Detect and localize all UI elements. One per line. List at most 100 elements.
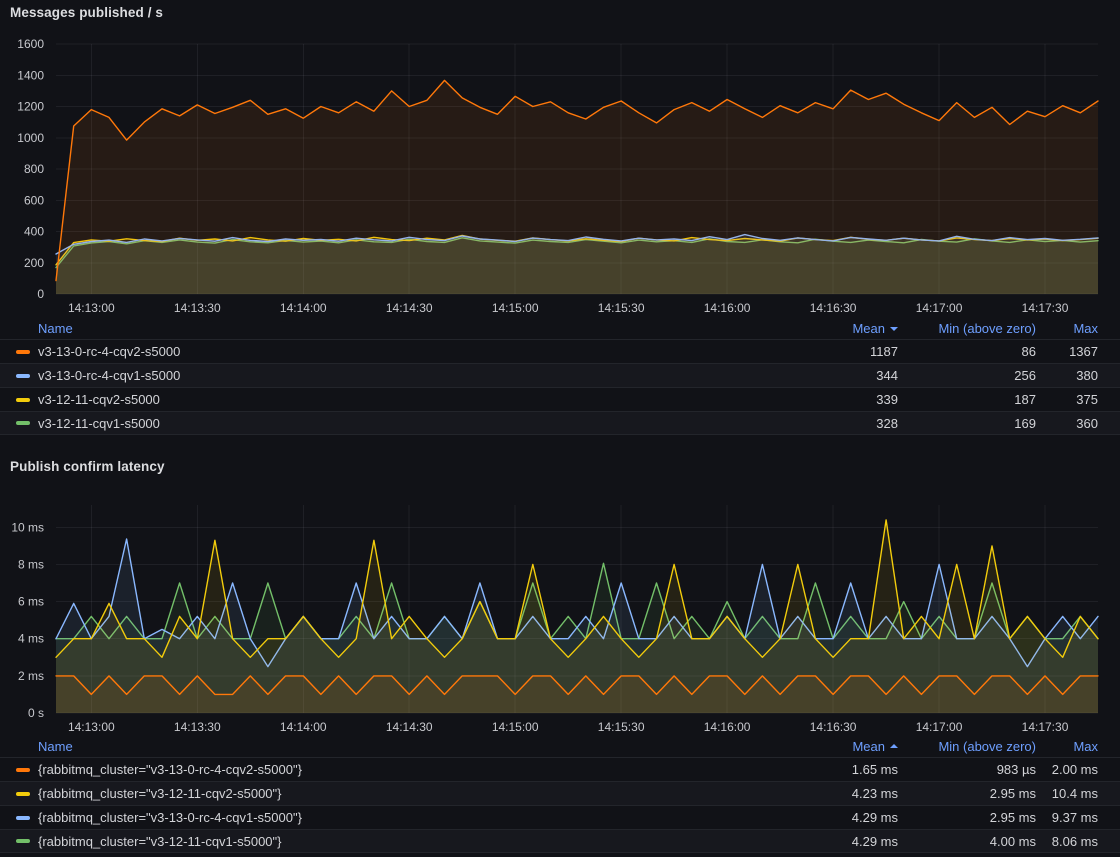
x-axis-tick-label: 14:15:30 [598,301,645,315]
min-value: 4.00 ms [898,834,1036,849]
mean-value: 328 [778,416,898,431]
x-axis-tick-label: 14:16:30 [810,301,857,315]
legend-header-max[interactable]: Max [1036,739,1098,754]
legend-header-name[interactable]: Name [38,321,778,336]
series-name[interactable]: {rabbitmq_cluster="v3-13-0-rc-4-cqv1-s50… [38,810,778,825]
x-axis-tick-labels: 14:13:00 14:13:30 14:14:00 14:14:30 14:15:00… [68,720,1069,734]
time-series-chart[interactable]: 10 ms8 ms6 ms4 ms2 ms0 s14:13:0014:13:30… [0,492,1120,742]
x-axis-tick-label: 14:14:00 [280,301,327,315]
y-axis-tick-label: 0 s [28,706,44,720]
series-color-swatch [16,350,30,354]
legend-header-mean[interactable]: Mean [778,739,898,754]
legend-row[interactable]: {rabbitmq_cluster="v3-12-11-cqv2-s5000"}… [0,781,1120,805]
series-color-swatch [16,768,30,772]
y-axis-tick-label: 400 [24,225,44,239]
legend-row[interactable]: v3-12-11-cqv1-s5000328169360 [0,411,1120,435]
panel-title[interactable]: Messages published / s [10,5,163,20]
y-axis-tick-label: 10 ms [11,520,44,534]
x-axis-tick-label: 14:17:00 [916,720,963,734]
legend-row[interactable]: {rabbitmq_cluster="v3-13-0-rc-4-cqv2-s50… [0,757,1120,781]
max-value: 9.37 ms [1036,810,1098,825]
mean-value: 4.29 ms [778,834,898,849]
x-axis-tick-label: 14:17:00 [916,301,963,315]
y-axis-tick-label: 8 ms [18,557,44,571]
series-color-swatch [16,792,30,796]
min-value: 86 [898,344,1036,359]
series-color-swatch [16,816,30,820]
max-value: 375 [1036,392,1098,407]
x-axis-tick-label: 14:16:00 [704,301,751,315]
y-axis-tick-label: 800 [24,162,44,176]
x-axis-tick-label: 14:15:00 [492,301,539,315]
max-value: 1367 [1036,344,1098,359]
mean-value: 4.23 ms [778,786,898,801]
x-axis-tick-labels: 14:13:00 14:13:30 14:14:00 14:14:30 14:15:00… [68,301,1069,315]
min-value: 256 [898,368,1036,383]
mean-value: 1.65 ms [778,762,898,777]
sort-descending-icon [890,327,898,331]
series-name[interactable]: v3-12-11-cqv1-s5000 [38,416,778,431]
legend-table: NameMeanMin (above zero)Maxv3-13-0-rc-4-… [0,318,1120,435]
y-axis-tick-label: 1200 [17,100,44,114]
x-axis-tick-label: 14:15:00 [492,720,539,734]
y-axis-tick-label: 2 ms [18,669,44,683]
x-axis-tick-label: 14:17:30 [1022,720,1069,734]
y-axis-tick-labels: 10 ms8 ms6 ms4 ms2 ms0 s [11,520,44,720]
x-axis-tick-label: 14:14:00 [280,720,327,734]
series-name[interactable]: {rabbitmq_cluster="v3-13-0-rc-4-cqv2-s50… [38,762,778,777]
series-lines [56,80,1098,294]
mean-value: 4.29 ms [778,810,898,825]
legend-header-min[interactable]: Min (above zero) [898,321,1036,336]
min-value: 2.95 ms [898,786,1036,801]
x-axis-tick-label: 14:16:30 [810,720,857,734]
y-axis-tick-labels: 16001400120010008006004002000 [17,37,44,301]
series-name[interactable]: {rabbitmq_cluster="v3-12-11-cqv1-s5000"} [38,834,778,849]
max-value: 2.00 ms [1036,762,1098,777]
y-axis-tick-label: 600 [24,193,44,207]
series-color-swatch [16,374,30,378]
series-color-swatch [16,421,30,425]
x-axis-tick-label: 14:13:30 [174,720,221,734]
series-name[interactable]: v3-12-11-cqv2-s5000 [38,392,778,407]
legend-header-min[interactable]: Min (above zero) [898,739,1036,754]
legend-header-mean[interactable]: Mean [778,321,898,336]
min-value: 187 [898,392,1036,407]
x-axis-tick-label: 14:16:00 [704,720,751,734]
y-axis-tick-label: 200 [24,256,44,270]
x-axis-tick-label: 14:13:00 [68,720,115,734]
x-axis-tick-label: 14:14:30 [386,301,433,315]
y-axis-tick-label: 0 [37,287,44,301]
max-value: 360 [1036,416,1098,431]
series-name[interactable]: v3-13-0-rc-4-cqv2-s5000 [38,344,778,359]
y-axis-tick-label: 1600 [17,37,44,51]
series-color-swatch [16,839,30,843]
min-value: 2.95 ms [898,810,1036,825]
y-axis-tick-label: 6 ms [18,595,44,609]
legend-row[interactable]: v3-13-0-rc-4-cqv2-s50001187861367 [0,339,1120,363]
legend-header-name[interactable]: Name [38,739,778,754]
series-name[interactable]: v3-13-0-rc-4-cqv1-s5000 [38,368,778,383]
time-series-chart[interactable]: 1600140012001000800600400200014:13:0014:… [0,28,1120,320]
mean-value: 1187 [778,344,898,359]
legend-row[interactable]: {rabbitmq_cluster="v3-12-11-cqv1-s5000"}… [0,829,1120,853]
series-lines [56,520,1098,713]
legend-row[interactable]: v3-12-11-cqv2-s5000339187375 [0,387,1120,411]
legend-header-row: NameMeanMin (above zero)Max [0,318,1120,339]
panel-title[interactable]: Publish confirm latency [10,459,165,474]
legend-header-max[interactable]: Max [1036,321,1098,336]
min-value: 983 µs [898,762,1036,777]
sort-ascending-icon [890,744,898,748]
x-axis-tick-label: 14:13:00 [68,301,115,315]
legend-row[interactable]: v3-13-0-rc-4-cqv1-s5000344256380 [0,363,1120,387]
min-value: 169 [898,416,1036,431]
legend-table: NameMeanMin (above zero)Max {rabbitmq_clu… [0,736,1120,853]
series-color-swatch [16,398,30,402]
max-value: 10.4 ms [1036,786,1098,801]
series-name[interactable]: {rabbitmq_cluster="v3-12-11-cqv2-s5000"} [38,786,778,801]
x-axis-tick-label: 14:14:30 [386,720,433,734]
x-axis-tick-label: 14:13:30 [174,301,221,315]
y-axis-tick-label: 1400 [17,68,44,82]
legend-row[interactable]: {rabbitmq_cluster="v3-13-0-rc-4-cqv1-s50… [0,805,1120,829]
legend-header-row: NameMeanMin (above zero)Max [0,736,1120,757]
mean-value: 344 [778,368,898,383]
